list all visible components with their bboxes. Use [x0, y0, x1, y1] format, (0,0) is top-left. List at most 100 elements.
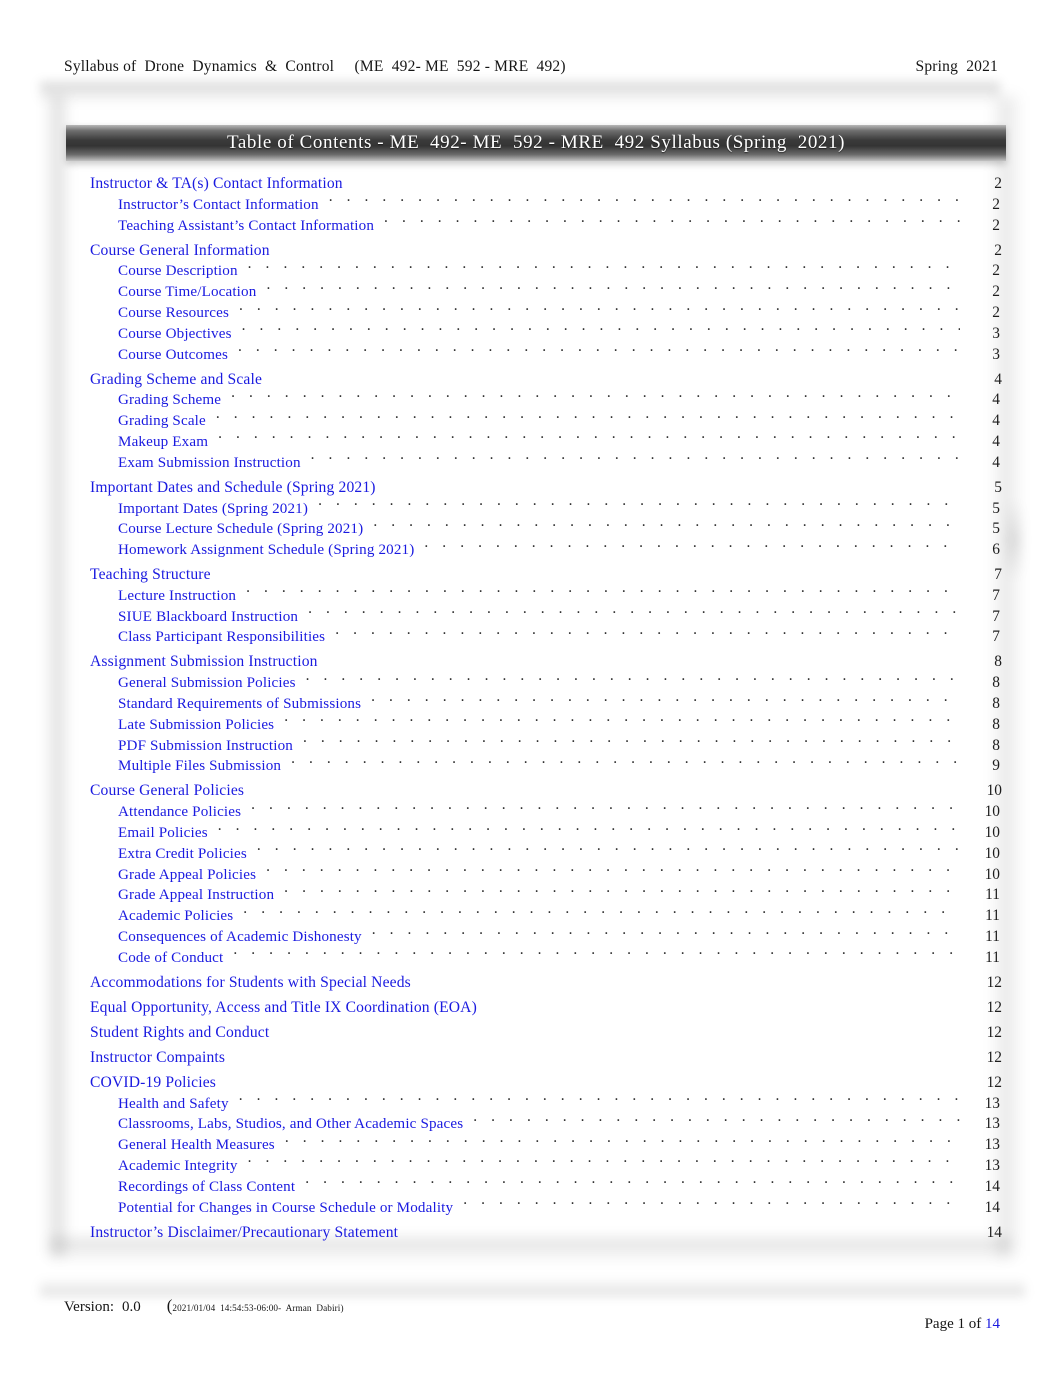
toc-dot-leader-dots: . . . . . . . . . . . . . . . . . . . . … — [328, 192, 960, 206]
toc-dot-leader: . . . . . . . . . . . . . . . . . . . . … — [318, 497, 960, 513]
toc-entry-page: 7 — [992, 607, 1000, 625]
toc-entry[interactable]: Teaching Assistant’s Contact Information… — [0, 214, 1062, 235]
toc-entry-page: 13 — [984, 1094, 1000, 1112]
toc-entry-label: Grading Scheme — [118, 392, 222, 409]
footer-timestamp: 2021/01/04 14:54:53-06:00- Arman Dabiri) — [172, 1303, 344, 1313]
toc-entry[interactable]: Teaching Structure . . . . . . . . . . . … — [0, 563, 1062, 584]
toc-dot-leader: . . . . . . . . . . . . . . . . . . . . … — [284, 883, 960, 899]
toc-list: Instructor & TA(s) Contact Information . … — [0, 172, 1062, 1241]
toc-dot-leader: . . . . . . . . . . . . . . . . . . . . … — [487, 996, 962, 1012]
toc-entry[interactable]: Important Dates (Spring 2021) . . . . . .… — [0, 497, 1062, 518]
toc-entry[interactable]: Makeup Exam . . . . . . . . . . . . . . .… — [0, 430, 1062, 451]
toc-entry-label: Assignment Submission Instruction — [90, 653, 318, 671]
toc-entry[interactable]: Extra Credit Policies . . . . . . . . . .… — [0, 842, 1062, 863]
toc-entry[interactable]: Grading Scheme and Scale . . . . . . . . … — [0, 368, 1062, 389]
toc-entry-page: 4 — [992, 432, 1000, 450]
toc-entry-page: 12 — [986, 973, 1002, 991]
toc-entry-label: Course General Information — [90, 241, 270, 259]
toc-entry[interactable]: Instructor’s Disclaimer/Precautionary St… — [0, 1221, 1062, 1242]
page-footer: Version: 0.0 ( 2021/01/04 14:54:53-06:00… — [64, 1296, 1000, 1350]
toc-dot-leader-dots: . . . . . . . . . . . . . . . . . . . . … — [233, 945, 960, 959]
toc-dot-leader-dots: . . . . . . . . . . . . . . . . . . . . … — [215, 409, 960, 422]
toc-entry[interactable]: Important Dates and Schedule (Spring 202… — [0, 476, 1062, 497]
toc-entry[interactable]: COVID-19 Policies . . . . . . . . . . . .… — [0, 1071, 1062, 1092]
toc-dot-leader-dots: . . . . . . . . . . . . . . . . . . . . … — [318, 496, 960, 510]
toc-entry[interactable]: Course Lecture Schedule (Spring 2021) . .… — [0, 517, 1062, 538]
toc-entry[interactable]: Accommodations for Students with Special… — [0, 971, 1062, 992]
toc-entry[interactable]: Course Description . . . . . . . . . . . … — [0, 259, 1062, 280]
toc-entry-label: General Submission Policies — [118, 675, 296, 692]
toc-entry[interactable]: Standard Requirements of Submissions . . … — [0, 692, 1062, 713]
toc-dot-leader-dots: . . . . . . . . . . . . . . . . . . . . … — [310, 450, 960, 464]
toc-entry[interactable]: Late Submission Policies . . . . . . . . … — [0, 713, 1062, 734]
toc-entry-page: 12 — [986, 1048, 1002, 1066]
toc-entry[interactable]: Class Participant Responsibilities . . . … — [0, 625, 1062, 646]
toc-entry[interactable]: Course General Policies . . . . . . . . .… — [0, 779, 1062, 800]
toc-entry[interactable]: Classrooms, Labs, Studios, and Other Aca… — [0, 1112, 1062, 1133]
toc-entry[interactable]: Instructor’s Contact Information . . . . … — [0, 193, 1062, 214]
toc-entry[interactable]: Attendance Policies . . . . . . . . . . .… — [0, 800, 1062, 821]
toc-entry-page: 7 — [992, 628, 1000, 646]
toc-entry[interactable]: Homework Assignment Schedule (Spring 202… — [0, 538, 1062, 559]
toc-entry-page: 12 — [986, 1073, 1002, 1091]
toc-dot-leader: . . . . . . . . . . . . . . . . . . . . … — [218, 430, 960, 446]
toc-entry-page: 2 — [992, 262, 1000, 280]
toc-dot-leader: . . . . . . . . . . . . . . . . . . . . … — [335, 625, 960, 641]
toc-entry-label: Code of Conduct — [118, 949, 224, 966]
toc-entry[interactable]: Course Resources . . . . . . . . . . . . … — [0, 301, 1062, 322]
toc-entry[interactable]: Student Rights and Conduct . . . . . . . … — [0, 1021, 1062, 1042]
toc-entry[interactable]: Grade Appeal Instruction . . . . . . . . … — [0, 883, 1062, 904]
toc-entry-page: 2 — [994, 175, 1002, 192]
toc-dot-leader: . . . . . . . . . . . . . . . . . . . . … — [233, 946, 960, 962]
toc-entry[interactable]: Course Objectives . . . . . . . . . . . .… — [0, 322, 1062, 343]
toc-dot-leader: . . . . . . . . . . . . . . . . . . . . … — [308, 605, 960, 621]
toc-dot-leader-dots: . . . . . . . . . . . . . . . . . . . . … — [424, 538, 960, 551]
toc-entry[interactable]: General Submission Policies . . . . . . .… — [0, 671, 1062, 692]
toc-entry[interactable]: Consequences of Academic Dishonesty . . .… — [0, 925, 1062, 946]
toc-entry-page: 13 — [984, 1156, 1000, 1174]
toc-dot-leader: . . . . . . . . . . . . . . . . . . . . … — [242, 322, 960, 338]
toc-entry-label: Standard Requirements of Submissions — [118, 696, 362, 713]
toc-entry[interactable]: Recordings of Class Content . . . . . . .… — [0, 1175, 1062, 1196]
toc-dot-leader: . . . . . . . . . . . . . . . . . . . . … — [384, 214, 960, 230]
toc-entry[interactable]: Health and Safety . . . . . . . . . . . .… — [0, 1092, 1062, 1113]
toc-entry[interactable]: Multiple Files Submission . . . . . . . .… — [0, 754, 1062, 775]
toc-entry[interactable]: Equal Opportunity, Access and Title IX C… — [0, 996, 1062, 1017]
toc-entry[interactable]: Academic Policies . . . . . . . . . . . .… — [0, 904, 1062, 925]
toc-entry[interactable]: Course Time/Location . . . . . . . . . . … — [0, 280, 1062, 301]
toc-entry-page: 7 — [994, 566, 1002, 584]
toc-entry[interactable]: SIUE Blackboard Instruction . . . . . . .… — [0, 605, 1062, 626]
toc-entry-page: 3 — [992, 345, 1000, 363]
toc-entry-page: 4 — [994, 370, 1002, 388]
toc-entry-label: General Health Measures — [118, 1137, 275, 1154]
toc-entry[interactable]: Potential for Changes in Course Schedule… — [0, 1196, 1062, 1217]
toc-dot-leader-dots: . . . . . . . . . . . . . . . . . . . . … — [247, 1153, 960, 1167]
toc-entry-label: Class Participant Responsibilities — [118, 629, 326, 646]
toc-entry[interactable]: Instructor & TA(s) Contact Information . … — [0, 172, 1062, 193]
toc-entry-label: Health and Safety — [118, 1095, 229, 1112]
toc-entry[interactable]: Instructor Compaints . . . . . . . . . . … — [0, 1046, 1062, 1067]
toc-entry[interactable]: Assignment Submission Instruction . . . .… — [0, 650, 1062, 671]
toc-entry[interactable]: Lecture Instruction . . . . . . . . . . .… — [0, 584, 1062, 605]
toc-entry[interactable]: Code of Conduct . . . . . . . . . . . . .… — [0, 946, 1062, 967]
toc-dot-leader: . . . . . . . . . . . . . . . . . . . . … — [371, 692, 960, 708]
toc-entry-label: Equal Opportunity, Access and Title IX C… — [90, 998, 477, 1016]
toc-dot-leader-dots: . . . . . . . . . . . . . . . . . . . . … — [335, 625, 960, 639]
toc-entry-page: 10 — [984, 844, 1000, 862]
toc-entry[interactable]: Email Policies . . . . . . . . . . . . . … — [0, 821, 1062, 842]
toc-entry-label: Important Dates and Schedule (Spring 202… — [90, 478, 376, 496]
toc-entry-label: Grade Appeal Policies — [118, 866, 257, 883]
toc-entry[interactable]: PDF Submission Instruction . . . . . . . … — [0, 734, 1062, 755]
toc-entry[interactable]: Grading Scheme . . . . . . . . . . . . . … — [0, 388, 1062, 409]
toc-entry[interactable]: Course Outcomes . . . . . . . . . . . . .… — [0, 343, 1062, 364]
toc-dot-leader: . . . . . . . . . . . . . . . . . . . . … — [284, 713, 960, 729]
toc-entry[interactable]: Exam Submission Instruction . . . . . . .… — [0, 451, 1062, 472]
toc-dot-leader-dots: . . . . . . . . . . . . . . . . . . . . … — [373, 517, 960, 530]
toc-entry[interactable]: Grade Appeal Policies . . . . . . . . . .… — [0, 863, 1062, 884]
toc-entry[interactable]: Grading Scale . . . . . . . . . . . . . .… — [0, 409, 1062, 430]
running-header: Syllabus of Drone Dynamics & Control (ME… — [64, 58, 998, 84]
toc-entry[interactable]: Course General Information . . . . . . . … — [0, 239, 1062, 260]
toc-entry-label: Grading Scale — [118, 413, 206, 430]
toc-entry[interactable]: Academic Integrity . . . . . . . . . . . … — [0, 1154, 1062, 1175]
toc-entry[interactable]: General Health Measures . . . . . . . . .… — [0, 1133, 1062, 1154]
